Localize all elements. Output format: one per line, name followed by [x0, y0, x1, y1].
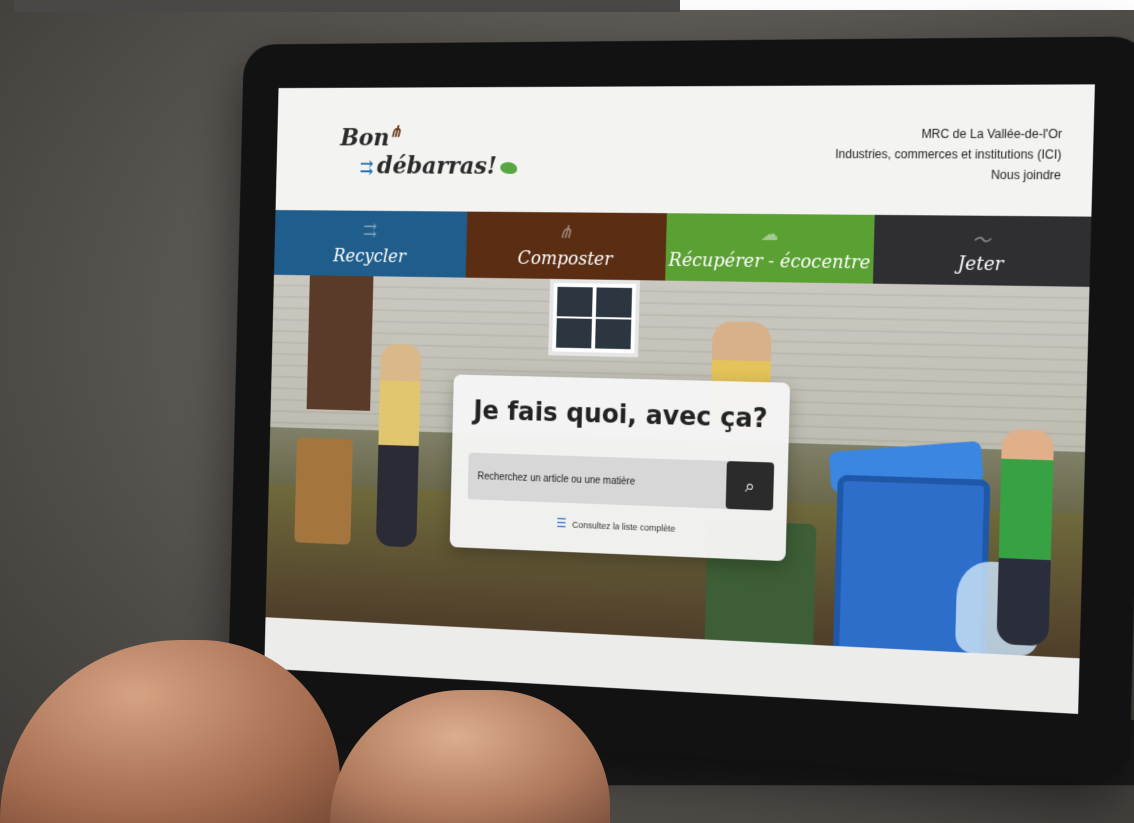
search-icon: ⌕ — [745, 475, 755, 496]
nav-item-recuperer[interactable]: ☁ Récupérer - écocentre — [665, 213, 875, 283]
top-banner-bar — [14, 0, 680, 12]
nav-item-label: Récupérer - écocentre — [668, 250, 870, 274]
recycle-arrows-icon: ⇉ — [363, 220, 377, 240]
house-door — [307, 275, 374, 411]
nav-item-label: Composter — [517, 248, 612, 270]
nav-item-recycler[interactable]: ⇉ Recycler — [274, 210, 467, 278]
leaf-icon — [500, 162, 517, 174]
swoosh-icon: 〜 — [972, 226, 991, 253]
fork-icon: ⋔ — [558, 222, 573, 243]
search-button[interactable]: ⌕ — [726, 461, 775, 511]
house-window — [548, 279, 640, 357]
nav-item-label: Recycler — [333, 246, 406, 267]
nav-item-jeter[interactable]: 〜 Jeter — [873, 215, 1091, 287]
list-icon: ☰ — [556, 516, 567, 530]
site-logo[interactable]: Bon⋔ ⇉ débarras! — [339, 122, 518, 180]
cloud-leaf-icon: ☁ — [760, 224, 778, 245]
site-header: Bon⋔ ⇉ débarras! MRC de La Vallée-de-l'Or… — [276, 84, 1095, 216]
logo-text-debarras: débarras — [377, 151, 487, 179]
arrow-icon: ⇉ — [359, 158, 373, 178]
link-ici[interactable]: Industries, commerces et institutions (I… — [835, 144, 1062, 165]
search-input[interactable] — [468, 453, 727, 509]
woman-figure — [376, 344, 421, 548]
child-figure — [996, 429, 1054, 646]
header-links: MRC de La Vallée-de-l'Or Industries, com… — [835, 124, 1063, 186]
laptop-screen: Bon⋔ ⇉ débarras! MRC de La Vallée-de-l'Or… — [264, 84, 1095, 714]
search-title: Je fais quoi, avec ça? — [453, 396, 790, 435]
main-nav: ⇉ Recycler ⋔ Composter ☁ Récupérer - éco… — [274, 210, 1091, 287]
logo-exclaim: ! — [487, 151, 498, 179]
search-box: ⌕ — [468, 453, 775, 511]
link-contact[interactable]: Nous joindre — [835, 164, 1062, 185]
full-list-link[interactable]: ☰ Consultez la liste complète — [450, 512, 786, 539]
logo-text-bon: Bon — [340, 123, 390, 151]
fork-icon: ⋔ — [389, 122, 402, 140]
full-list-label: Consultez la liste complète — [572, 520, 675, 534]
nav-item-label: Jeter — [958, 253, 1004, 275]
link-mrc[interactable]: MRC de La Vallée-de-l'Or — [836, 124, 1063, 145]
paper-leaf-bag — [294, 437, 353, 544]
nav-item-composter[interactable]: ⋔ Composter — [466, 212, 667, 281]
laptop-bezel: Bon⋔ ⇉ débarras! MRC de La Vallée-de-l'Or… — [227, 36, 1134, 783]
search-card: Je fais quoi, avec ça? ⌕ ☰ Consultez la l… — [450, 374, 791, 561]
top-white-strip — [680, 0, 1134, 10]
hero-photo: Je fais quoi, avec ça? ⌕ ☰ Consultez la l… — [266, 275, 1090, 659]
